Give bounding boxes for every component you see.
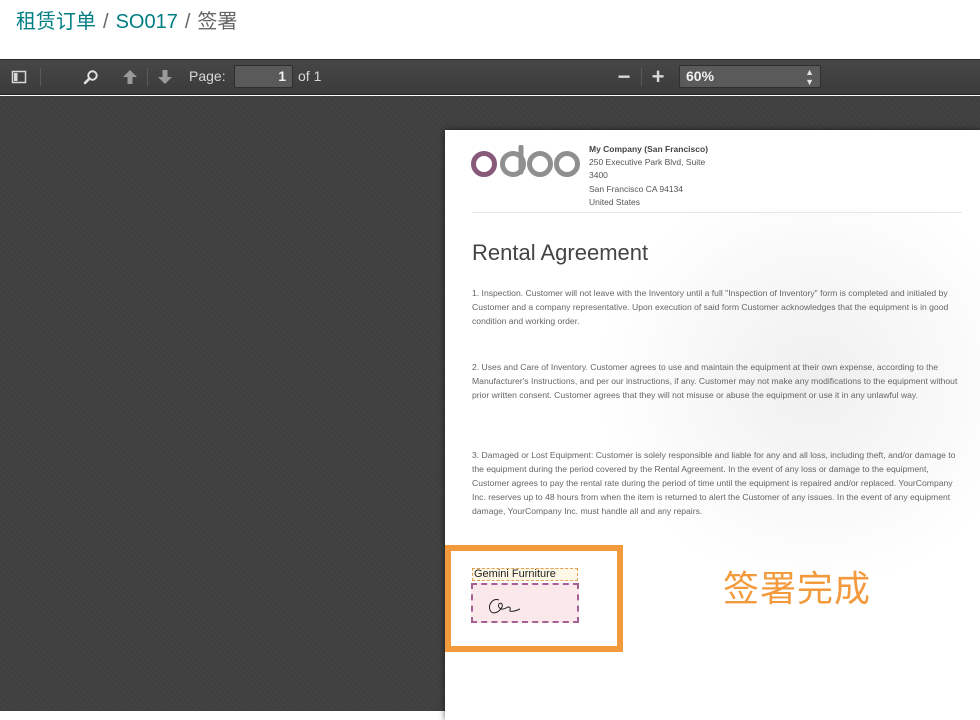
zoom-select[interactable]: 60% ▲ ▼: [679, 65, 821, 88]
page-total: of 1: [298, 68, 322, 84]
clause-inspection: 1. Inspection. Customer will not leave w…: [472, 288, 949, 326]
signature-drawing: [489, 599, 521, 614]
sidebar-toggle-icon: [11, 70, 27, 84]
breadcrumb-bar: 租赁订单 / SO017 / 签署: [0, 0, 980, 59]
zoom-out-button[interactable]: −: [611, 64, 637, 89]
select-arrows-icon: ▲ ▼: [805, 67, 814, 87]
page-number-input[interactable]: 1: [234, 65, 293, 88]
page-label: Page:: [189, 68, 226, 84]
document-title: Rental Agreement: [472, 240, 649, 265]
breadcrumb-separator: /: [184, 11, 191, 33]
toolbar-separator: [147, 68, 148, 86]
zoom-value: 60%: [686, 68, 715, 84]
search-icon: [83, 70, 98, 85]
address-line: 3400: [589, 170, 608, 181]
company-name: My Company (San Francisco): [589, 144, 709, 154]
sidebar-toggle-button[interactable]: [6, 65, 32, 89]
company-address: My Company (San Francisco) 250 Executive…: [589, 143, 708, 209]
toolbar-separator: [641, 68, 642, 86]
odoo-logo: [471, 145, 580, 177]
signature-field[interactable]: [471, 583, 579, 623]
arrow-down-icon: [158, 70, 172, 84]
search-button[interactable]: [78, 65, 104, 89]
address-line: United States: [589, 196, 641, 207]
breadcrumb-separator: /: [103, 11, 109, 33]
signed-annotation: 签署完成: [723, 568, 872, 609]
previous-page-button[interactable]: [117, 65, 143, 89]
breadcrumb: 租赁订单 / SO017 / 签署: [16, 10, 237, 34]
next-page-button[interactable]: [152, 65, 178, 89]
breadcrumb-rental-orders[interactable]: 租赁订单: [16, 11, 96, 33]
breadcrumb-order[interactable]: SO017: [116, 11, 178, 33]
zoom-in-button[interactable]: +: [645, 64, 671, 89]
breadcrumb-current: 签署: [197, 11, 238, 33]
address-line: 250 Executive Park Blvd, Suite: [589, 157, 706, 168]
header-divider: [472, 212, 962, 213]
signer-name-field[interactable]: Gemini Furniture: [472, 568, 578, 581]
clause-uses-and-care: 2. Uses and Care of Inventory. Customer …: [472, 362, 958, 400]
arrow-up-icon: [123, 70, 137, 84]
address-line: San Francisco CA 94134: [589, 183, 684, 194]
pdf-toolbar: Page: 1 of 1 − + 60% ▲ ▼: [0, 59, 980, 95]
clause-damaged-or-lost: 3. Damaged or Lost Equipment: Customer i…: [472, 450, 956, 516]
toolbar-separator: [40, 68, 41, 86]
